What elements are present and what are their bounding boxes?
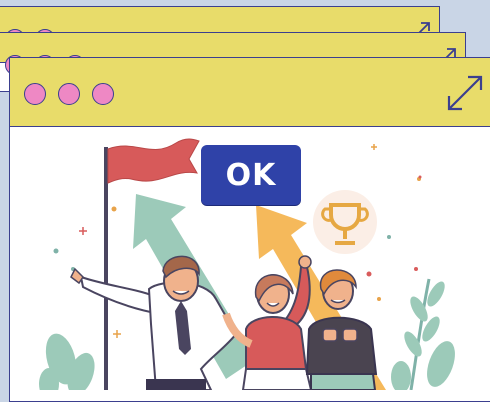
flag-pole — [104, 147, 108, 390]
trophy-icon — [313, 190, 377, 254]
front-window-titlebar — [10, 58, 490, 127]
man-pointing — [70, 255, 238, 390]
plant-left — [39, 333, 95, 390]
plant-right — [391, 278, 455, 390]
window-dot-icon — [58, 83, 80, 105]
ok-button[interactable]: OK — [201, 145, 301, 205]
red-flag-icon — [107, 138, 200, 184]
window-dot-icon — [92, 83, 114, 105]
maximize-icon[interactable] — [446, 74, 484, 112]
window-dot-icon — [24, 83, 46, 105]
